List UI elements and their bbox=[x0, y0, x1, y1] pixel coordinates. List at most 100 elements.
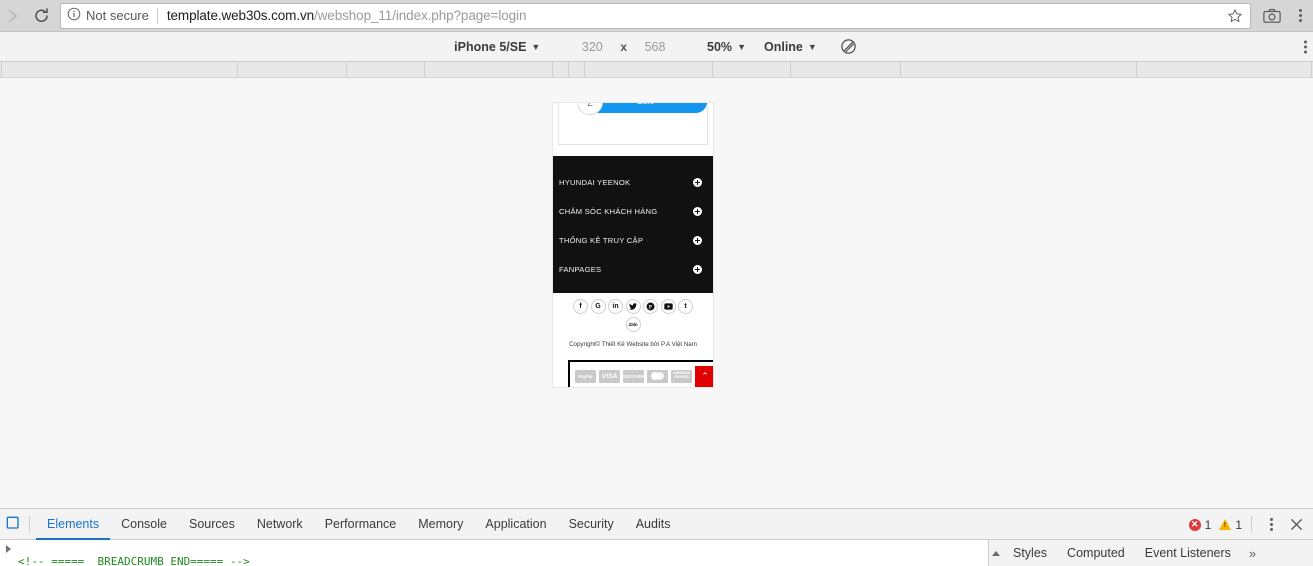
inspect-element-icon[interactable] bbox=[1, 511, 27, 537]
tumblr-icon[interactable]: t bbox=[678, 299, 693, 314]
tab-sources[interactable]: Sources bbox=[178, 509, 246, 540]
devtools-panel: Elements Console Sources Network Perform… bbox=[0, 508, 1313, 566]
zalo-avatar: Z bbox=[577, 103, 603, 115]
chevron-down-icon: ▼ bbox=[531, 41, 541, 52]
devtools-tab-bar: Elements Console Sources Network Perform… bbox=[0, 509, 1313, 540]
tabbar-right-divider bbox=[1251, 516, 1252, 533]
amex-logo: AMERICAN EXPRESS bbox=[671, 369, 692, 383]
tab-elements[interactable]: Elements bbox=[36, 509, 110, 540]
kebab-menu-icon[interactable] bbox=[1287, 1, 1313, 31]
error-icon: ✕ bbox=[1188, 518, 1201, 531]
viewport-ruler bbox=[0, 62, 1313, 78]
dom-tree-pane[interactable]: <div class="col-sm-12">…</div> <!-- ====… bbox=[0, 540, 978, 566]
warning-count-badge[interactable]: 1 bbox=[1219, 518, 1242, 532]
security-label: Not secure bbox=[86, 8, 149, 23]
accordion-item-thong-ke-truy-cap[interactable]: THỐNG KÊ TRUY CẬP bbox=[553, 226, 713, 255]
dom-tree-line[interactable]: <!-- ===== BREADCRUMB END===== --> bbox=[0, 555, 978, 566]
chevron-down-icon: ▼ bbox=[807, 41, 817, 52]
discover-logo: DISCOVER bbox=[622, 369, 645, 383]
zalo-chat-button[interactable]: Zalo bbox=[585, 103, 707, 113]
zalo-icon[interactable]: Zalo bbox=[625, 316, 641, 332]
security-status[interactable]: Not secure bbox=[67, 7, 157, 24]
device-viewport[interactable]: Zalo Z HYUNDAI YEENOK CHĂM SÓC KHÁCH HÀN… bbox=[553, 103, 713, 387]
dom-tree-line[interactable]: <div class="col-sm-12">…</div> bbox=[0, 541, 978, 555]
visa-logo: VISA bbox=[599, 369, 620, 383]
address-bar[interactable]: Not secure template.web30s.com.vn/websho… bbox=[60, 2, 1251, 29]
copyright-text: Copyright© Thiết Kế Website bởi P.A Việt… bbox=[569, 340, 697, 348]
tab-memory[interactable]: Memory bbox=[407, 509, 474, 540]
omnibox-divider bbox=[156, 7, 158, 24]
google-plus-icon[interactable]: G bbox=[590, 299, 606, 314]
close-icon[interactable] bbox=[1283, 512, 1309, 538]
network-throttle-selector[interactable]: Online ▼ bbox=[764, 40, 817, 54]
info-circle-icon bbox=[67, 7, 81, 24]
url-host: template.web30s.com.vn bbox=[166, 8, 314, 23]
dom-token: <!-- ===== BREADCRUMB END===== --> bbox=[18, 555, 250, 566]
camera-icon[interactable] bbox=[1257, 3, 1287, 29]
zalo-widget: Zalo Z bbox=[558, 103, 708, 145]
tab-console[interactable]: Console bbox=[110, 509, 178, 540]
sidebar-resize-handle[interactable] bbox=[989, 540, 1003, 566]
url-path: /webshop_11/index.php?page=login bbox=[314, 8, 527, 23]
social-links-row-2: Zalo bbox=[553, 316, 713, 332]
forward-arrow-icon[interactable] bbox=[2, 5, 24, 27]
paypal-logo: PayPal bbox=[575, 369, 596, 383]
page-canvas: Zalo Z HYUNDAI YEENOK CHĂM SÓC KHÁCH HÀN… bbox=[0, 78, 1313, 508]
url-text: template.web30s.com.vn/webshop_11/index.… bbox=[166, 8, 527, 23]
accordion-item-label: THỐNG KÊ TRUY CẬP bbox=[559, 236, 644, 245]
payment-methods-highlight: PayPal VISA DISCOVER AMERICAN EXPRESS ⌃ bbox=[568, 360, 713, 387]
facebook-icon[interactable]: f bbox=[573, 299, 588, 314]
plus-circle-icon[interactable] bbox=[693, 178, 702, 187]
mastercard-logo bbox=[647, 369, 668, 383]
tab-audits[interactable]: Audits bbox=[625, 509, 682, 540]
network-throttle-label: Online bbox=[763, 39, 803, 54]
device-emulation-toolbar: iPhone 5/SE ▼ 320 x 568 50% ▼ Online ▼ bbox=[0, 32, 1313, 62]
twitter-icon[interactable] bbox=[625, 299, 641, 314]
tab-network[interactable]: Network bbox=[246, 509, 314, 540]
device-toolbar-menu-icon[interactable] bbox=[1304, 40, 1307, 53]
accordion-item-fanpages[interactable]: FANPAGES bbox=[553, 255, 713, 284]
accordion-item-label: CHĂM SÓC KHÁCH HÀNG bbox=[559, 207, 658, 216]
viewport-height-input[interactable]: 568 bbox=[631, 39, 679, 55]
viewport-width-input[interactable]: 320 bbox=[568, 39, 616, 55]
chevron-down-icon: ▼ bbox=[737, 41, 746, 52]
devtools-menu-icon[interactable] bbox=[1261, 513, 1281, 537]
pinterest-icon[interactable]: P bbox=[643, 299, 658, 314]
youtube-icon[interactable] bbox=[660, 299, 676, 314]
tab-event-listeners[interactable]: Event Listeners bbox=[1135, 540, 1241, 566]
tab-application[interactable]: Application bbox=[474, 509, 557, 540]
warning-count: 1 bbox=[1235, 517, 1242, 532]
device-selector-label: iPhone 5/SE bbox=[454, 39, 527, 54]
linkedin-icon[interactable]: in bbox=[608, 299, 623, 314]
styles-more-tabs-icon[interactable]: » bbox=[1241, 546, 1264, 561]
no-throttling-icon[interactable] bbox=[839, 37, 859, 57]
error-count-badge[interactable]: ✕ 1 bbox=[1188, 517, 1212, 532]
footer-social-area: f G in P t Zalo Copyright© Thiết Kế Webs… bbox=[553, 299, 713, 349]
zoom-selector-label: 50% bbox=[707, 39, 733, 54]
plus-circle-icon[interactable] bbox=[693, 236, 702, 245]
error-count: 1 bbox=[1204, 517, 1212, 532]
tab-styles[interactable]: Styles bbox=[1003, 540, 1057, 566]
tab-security[interactable]: Security bbox=[558, 509, 625, 540]
accordion-item-hyundai-yeenok[interactable]: HYUNDAI YEENOK bbox=[553, 168, 713, 197]
styles-sidebar: Styles Computed Event Listeners » bbox=[988, 540, 1313, 566]
reload-icon[interactable] bbox=[28, 3, 54, 29]
scroll-to-top-button[interactable]: ⌃ bbox=[695, 365, 713, 387]
plus-circle-icon[interactable] bbox=[693, 207, 702, 216]
tab-computed[interactable]: Computed bbox=[1057, 540, 1135, 566]
accordion-item-label: HYUNDAI YEENOK bbox=[559, 178, 631, 187]
accordion-item-cham-soc-khach-hang[interactable]: CHĂM SÓC KHÁCH HÀNG bbox=[553, 197, 713, 226]
payment-logos-row: PayPal VISA DISCOVER AMERICAN EXPRESS bbox=[575, 369, 692, 383]
zoom-selector[interactable]: 50% ▼ bbox=[707, 40, 746, 54]
plus-circle-icon[interactable] bbox=[693, 265, 702, 274]
browser-toolbar: Not secure template.web30s.com.vn/websho… bbox=[0, 0, 1313, 32]
warning-icon bbox=[1219, 519, 1232, 530]
chevron-up-icon: ⌃ bbox=[701, 370, 709, 381]
dimension-separator: x bbox=[620, 39, 628, 54]
device-selector[interactable]: iPhone 5/SE ▼ bbox=[454, 40, 540, 54]
tab-performance[interactable]: Performance bbox=[314, 509, 408, 540]
social-links-row: f G in P t bbox=[553, 299, 713, 314]
star-icon[interactable] bbox=[1224, 5, 1246, 27]
expand-triangle-icon[interactable] bbox=[6, 545, 11, 553]
footer-accordion: HYUNDAI YEENOK CHĂM SÓC KHÁCH HÀNG THỐNG… bbox=[553, 156, 713, 293]
